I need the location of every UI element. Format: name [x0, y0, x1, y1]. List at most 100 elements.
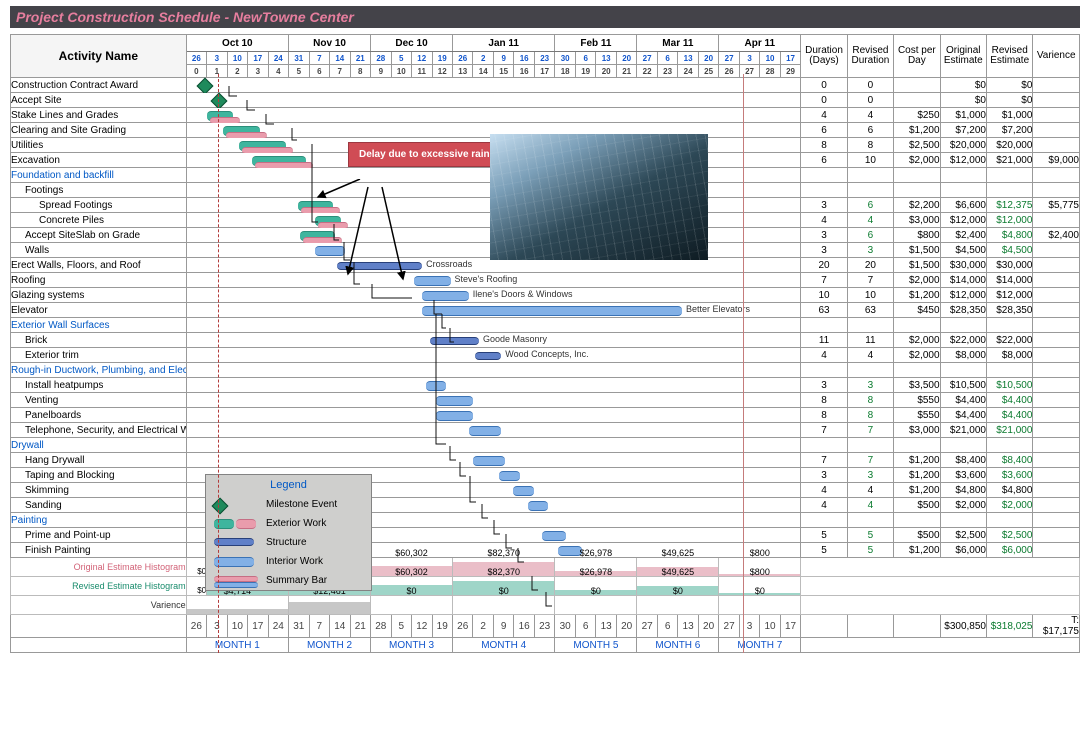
- metric-cell: $4,400: [940, 393, 986, 408]
- metric-cell: $1,200: [894, 483, 940, 498]
- histo-bar: $0: [719, 596, 801, 615]
- metric-duration: 0: [801, 78, 847, 93]
- hdr-revised_estimate: Revised Estimate: [986, 35, 1032, 78]
- hdr-month: Nov 10: [289, 35, 371, 52]
- metric-rev-est: $4,800: [986, 228, 1032, 243]
- metric-rev-est: $6,000: [986, 543, 1032, 558]
- metric-duration: 11: [801, 333, 847, 348]
- page-title: Project Construction Schedule - NewTowne…: [10, 6, 1080, 28]
- metric-duration: 7: [801, 423, 847, 438]
- activity-name: Finish Painting: [11, 543, 187, 558]
- footer-month: MONTH 4: [452, 638, 554, 653]
- footer-date: 26: [452, 615, 472, 638]
- activity-name: Walls: [11, 243, 187, 258]
- activity-name: Hang Drywall: [11, 453, 187, 468]
- hdr-week: 12: [432, 65, 452, 78]
- footer-date: 20: [616, 615, 637, 638]
- legend-swatch: [214, 557, 258, 567]
- metric-cell: [1033, 348, 1080, 363]
- hdr-date: 28: [371, 52, 391, 65]
- metric-cell: [1033, 498, 1080, 513]
- metric-cell: $20,000: [940, 138, 986, 153]
- metric-rev-dur: 8: [847, 393, 893, 408]
- legend-swatch: [214, 519, 258, 529]
- gantt-cell: [186, 408, 801, 423]
- metric-rev-dur: 4: [847, 348, 893, 363]
- metric-duration: 7: [801, 453, 847, 468]
- histo-label: Revised Estimate Histogram: [11, 577, 187, 596]
- metric-rev-est: $4,800: [986, 483, 1032, 498]
- metric-cell: $550: [894, 408, 940, 423]
- activity-name: Prime and Point-up: [11, 528, 187, 543]
- metric-duration: 3: [801, 198, 847, 213]
- metric-cell: $21,000: [940, 423, 986, 438]
- metric-cell: [1033, 78, 1080, 93]
- histo-val: $0: [719, 586, 800, 596]
- gantt-cell: Goode Masonry: [186, 333, 801, 348]
- legend-label: Structure: [266, 537, 307, 548]
- metric-cell: [1033, 543, 1080, 558]
- gantt-cell: Better Elevators: [186, 303, 801, 318]
- bar-interior: [436, 411, 473, 421]
- activity-name: Drywall: [11, 438, 187, 453]
- hdr-week: 0: [186, 65, 206, 78]
- metric-cell: $1,200: [894, 543, 940, 558]
- metric-duration: 4: [801, 498, 847, 513]
- metric-cell: [1033, 108, 1080, 123]
- footer-date: 17: [780, 615, 801, 638]
- histo-val: $26,978: [555, 548, 636, 558]
- bar-interior: [513, 486, 533, 496]
- histo-bar: $12,461: [289, 596, 371, 615]
- histo-spacer: [801, 577, 1080, 596]
- metric-rev-est: $2,500: [986, 528, 1032, 543]
- footer-spacer: [801, 638, 1080, 653]
- metric-rev-est: $12,000: [986, 213, 1032, 228]
- metric-cell: [940, 183, 986, 198]
- metric-cell: [1033, 93, 1080, 108]
- hdr-week: 5: [289, 65, 309, 78]
- metric-rev-est: $30,000: [986, 258, 1032, 273]
- metric-rev-est: $22,000: [986, 333, 1032, 348]
- metric-rev-dur: 8: [847, 138, 893, 153]
- metric-cell: [1033, 393, 1080, 408]
- metric-cell: [986, 513, 1032, 528]
- hdr-week: 16: [514, 65, 534, 78]
- footer-date: 6: [575, 615, 595, 638]
- metric-cell: [847, 438, 893, 453]
- metric-cell: $5,775: [1033, 198, 1080, 213]
- hdr-activity: Activity Name: [11, 35, 187, 78]
- hdr-week: 21: [616, 65, 637, 78]
- metric-rev-est: $12,000: [986, 288, 1032, 303]
- footer-date: 3: [207, 615, 227, 638]
- footer-date: 31: [289, 615, 309, 638]
- gantt-cell: [186, 318, 801, 333]
- hdr-week: 8: [350, 65, 371, 78]
- hdr-month: Feb 11: [555, 35, 637, 52]
- metric-cell: $6,000: [940, 543, 986, 558]
- metric-cell: $1,200: [894, 288, 940, 303]
- legend-label: Summary Bar: [266, 575, 327, 586]
- total-rev: $318,025: [986, 615, 1032, 638]
- gantt-grid: Activity NameOct 10Nov 10Dec 10Jan 11Feb…: [10, 34, 1080, 653]
- metric-cell: [1033, 243, 1080, 258]
- bar-label: Wood Concepts, Inc.: [505, 349, 588, 359]
- activity-name: Telephone, Security, and Electrical Wiri…: [11, 423, 187, 438]
- footer-date: 16: [514, 615, 534, 638]
- hdr-week: 28: [760, 65, 780, 78]
- total-orig: $300,850: [940, 615, 986, 638]
- footer-date: 9: [493, 615, 513, 638]
- histo-axis: $0: [186, 558, 206, 577]
- metric-rev-dur: 4: [847, 108, 893, 123]
- metric-cell: [801, 318, 847, 333]
- metric-cell: $4,400: [940, 408, 986, 423]
- hdr-month: Dec 10: [371, 35, 453, 52]
- metric-cell: [894, 168, 940, 183]
- activity-name: Taping and Blocking: [11, 468, 187, 483]
- legend-row: Exterior Work: [206, 514, 371, 533]
- hdr-week: 29: [780, 65, 801, 78]
- hdr-date: 27: [637, 52, 657, 65]
- metric-cell: $3,000: [894, 423, 940, 438]
- metric-rev-est: $21,000: [986, 423, 1032, 438]
- metric-duration: 3: [801, 468, 847, 483]
- metric-rev-est: $21,000: [986, 153, 1032, 168]
